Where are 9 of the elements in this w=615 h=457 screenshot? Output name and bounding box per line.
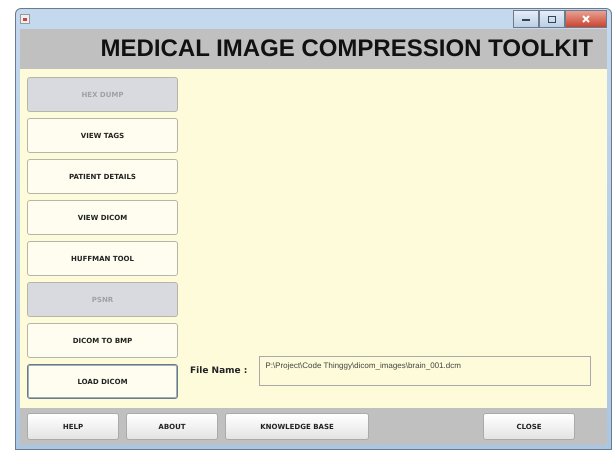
- close-button[interactable]: [565, 10, 607, 28]
- file-name-field[interactable]: P:\Project\Code Thinggy\dicom_images\brain_001.dcm: [259, 356, 591, 386]
- close-icon: [582, 15, 590, 23]
- maximize-icon: [548, 16, 556, 22]
- app-title: MEDICAL IMAGE COMPRESSION TOOLKIT: [100, 35, 593, 63]
- maximize-button[interactable]: [539, 10, 565, 28]
- file-name-label: File Name :: [190, 366, 248, 376]
- minimize-button[interactable]: [513, 10, 539, 28]
- minimize-icon: [522, 18, 530, 20]
